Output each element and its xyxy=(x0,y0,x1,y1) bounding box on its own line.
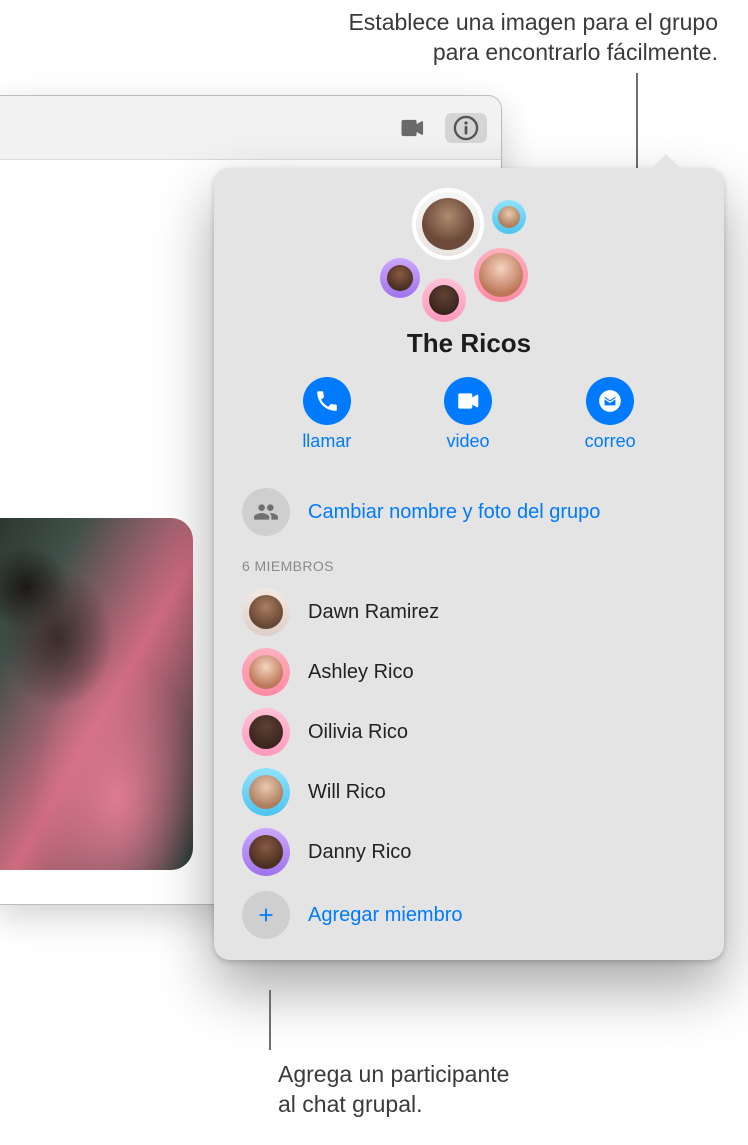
add-member-row[interactable]: Agregar miembro xyxy=(214,882,724,938)
mail-icon xyxy=(597,388,623,414)
group-member-avatar xyxy=(380,258,420,298)
callout-add-participant: Agrega un participante al chat grupal. xyxy=(278,1060,509,1120)
member-avatar xyxy=(242,648,290,696)
member-avatar xyxy=(242,828,290,876)
phone-icon-circle xyxy=(303,377,351,425)
people-icon xyxy=(253,499,279,525)
group-name: The Ricos xyxy=(214,328,724,359)
photo-message[interactable] xyxy=(0,518,193,870)
group-details-popover: The Ricos llamar video correo Cambiar no… xyxy=(214,168,724,960)
people-icon-circle xyxy=(242,488,290,536)
mail-label: correo xyxy=(585,431,636,452)
phone-icon xyxy=(314,388,340,414)
member-row[interactable]: Oilivia Rico xyxy=(242,702,696,762)
member-row[interactable]: Will Rico xyxy=(242,762,696,822)
member-name: Ashley Rico xyxy=(308,661,414,684)
call-action[interactable]: llamar xyxy=(302,377,351,452)
video-icon xyxy=(455,388,481,414)
members-count-header: 6 MIEMBROS xyxy=(214,554,724,582)
plus-icon-circle xyxy=(242,891,290,939)
change-group-name-photo[interactable]: Cambiar nombre y foto del grupo xyxy=(214,474,724,554)
details-info-button[interactable] xyxy=(445,113,487,143)
callout-text-line: Establece una imagen para el grupo xyxy=(348,9,718,35)
mail-action[interactable]: correo xyxy=(585,377,636,452)
member-name: Will Rico xyxy=(308,781,386,804)
member-name: Oilivia Rico xyxy=(308,721,408,744)
add-member-label: Agregar miembro xyxy=(308,904,463,927)
info-icon xyxy=(452,114,480,142)
member-avatar xyxy=(242,768,290,816)
video-icon-circle xyxy=(444,377,492,425)
member-row[interactable]: Ashley Rico xyxy=(242,642,696,702)
plus-icon xyxy=(255,904,277,926)
video-label: video xyxy=(446,431,489,452)
change-group-label: Cambiar nombre y foto del grupo xyxy=(308,501,696,524)
window-titlebar xyxy=(0,96,501,160)
member-list: Dawn Ramirez Ashley Rico Oilivia Rico Wi… xyxy=(214,582,724,882)
callout-text-line: para encontrarlo fácilmente. xyxy=(433,39,718,65)
callout-leader-line xyxy=(269,990,271,1050)
callout-text-line: al chat grupal. xyxy=(278,1091,422,1117)
video-icon xyxy=(398,114,426,142)
call-label: llamar xyxy=(302,431,351,452)
mail-icon-circle xyxy=(586,377,634,425)
group-member-avatar xyxy=(492,200,526,234)
video-action[interactable]: video xyxy=(444,377,492,452)
group-member-avatar xyxy=(422,278,466,322)
facetime-video-button[interactable] xyxy=(391,113,433,143)
member-row[interactable]: Danny Rico xyxy=(242,822,696,882)
member-name: Dawn Ramirez xyxy=(308,601,439,624)
member-avatar xyxy=(242,588,290,636)
member-name: Danny Rico xyxy=(308,841,411,864)
callout-set-group-image: Establece una imagen para el grupo para … xyxy=(348,8,718,68)
member-row[interactable]: Dawn Ramirez xyxy=(242,582,696,642)
group-member-avatar xyxy=(412,188,484,260)
action-buttons-row: llamar video correo xyxy=(214,359,724,474)
group-member-avatar xyxy=(470,244,532,306)
group-avatar-cluster[interactable] xyxy=(214,182,724,322)
callout-text-line: Agrega un participante xyxy=(278,1061,509,1087)
member-avatar xyxy=(242,708,290,756)
